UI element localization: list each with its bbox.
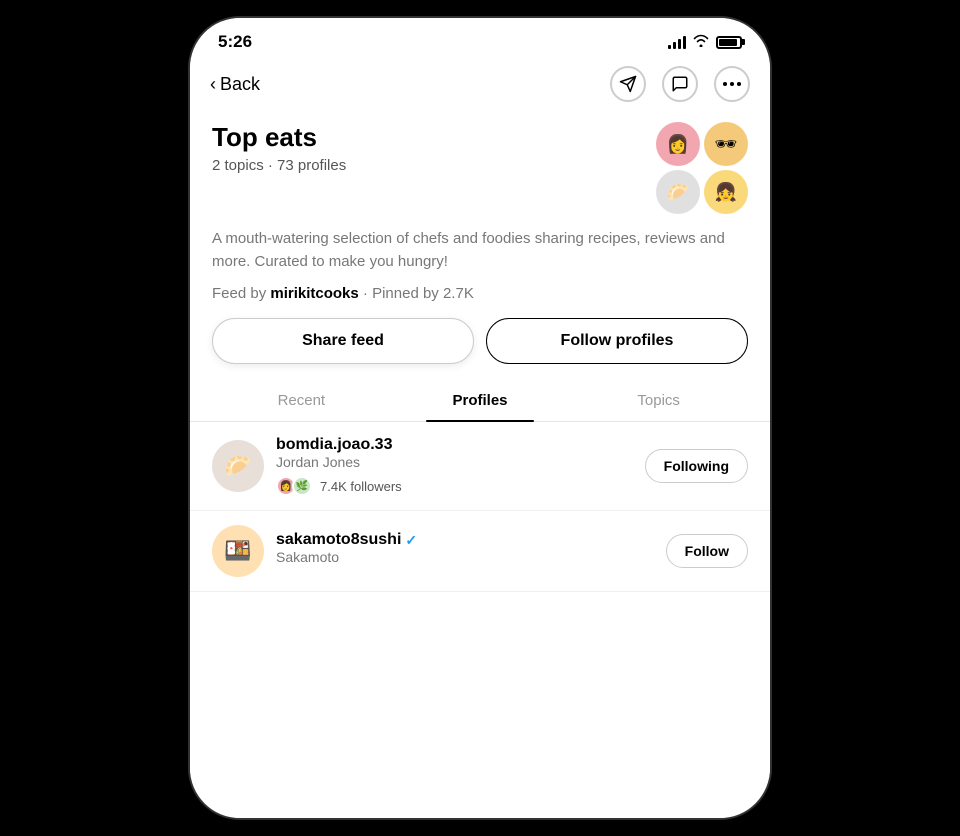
chevron-left-icon: ‹ (210, 74, 216, 95)
avatar-4: 👧 (704, 170, 748, 214)
follow-profiles-button[interactable]: Follow profiles (486, 318, 748, 364)
verified-icon: ✓ (405, 532, 417, 549)
profile-list: 🥟 bomdia.joao.33 Jordan Jones 👩 🌿 7.4K f… (190, 422, 770, 818)
username-text: bomdia.joao.33 (276, 436, 392, 454)
list-item: 🍱 sakamoto8sushi ✓ Sakamoto Follow (190, 511, 770, 592)
phone-shell: 5:26 (190, 18, 770, 818)
list-item: 🥟 bomdia.joao.33 Jordan Jones 👩 🌿 7.4K f… (190, 422, 770, 511)
share-feed-button[interactable]: Share feed (212, 318, 474, 364)
follower-mini-avatar: 🌿 (292, 476, 312, 496)
feed-description: A mouth-watering selection of chefs and … (190, 214, 770, 281)
username-text: sakamoto8sushi (276, 531, 401, 549)
avatar: 🍱 (212, 525, 264, 577)
nav-actions (610, 66, 750, 102)
tab-profiles-label: Profiles (452, 392, 507, 409)
back-button[interactable]: ‹ Back (210, 74, 260, 95)
avatar-3: 🥟 (656, 170, 700, 214)
header-section: Top eats 2 topics · 73 profiles 👩 🕶 🥟 👧 (190, 114, 770, 214)
attribution: Feed by mirikitcooks · Pinned by 2.7K (190, 281, 770, 318)
battery-icon (716, 36, 742, 49)
profile-display-name: Jordan Jones (276, 454, 633, 470)
tabs-bar: Recent Profiles Topics (190, 380, 770, 422)
attribution-username[interactable]: mirikitcooks (270, 285, 358, 302)
profile-username: bomdia.joao.33 (276, 436, 633, 454)
wifi-icon (692, 34, 710, 50)
message-icon-button[interactable] (662, 66, 698, 102)
profile-username: sakamoto8sushi ✓ (276, 531, 654, 549)
follower-avatars: 👩 🌿 (276, 476, 312, 496)
action-buttons: Share feed Follow profiles (190, 318, 770, 380)
profile-info: sakamoto8sushi ✓ Sakamoto (276, 531, 654, 571)
header-text: Top eats 2 topics · 73 profiles (212, 122, 644, 174)
tab-topics[interactable]: Topics (569, 380, 748, 421)
nav-bar: ‹ Back (190, 58, 770, 114)
profile-info: bomdia.joao.33 Jordan Jones 👩 🌿 7.4K fol… (276, 436, 633, 496)
follow-button[interactable]: Follow (666, 534, 748, 568)
avatar-1: 👩 (656, 122, 700, 166)
status-bar: 5:26 (190, 18, 770, 58)
tab-profiles[interactable]: Profiles (391, 380, 570, 421)
followers-row: 👩 🌿 7.4K followers (276, 476, 633, 496)
status-icons (668, 34, 742, 50)
signal-icon (668, 36, 686, 49)
following-button[interactable]: Following (645, 449, 748, 483)
feed-title: Top eats (212, 122, 644, 153)
tab-recent-label: Recent (278, 392, 326, 409)
status-time: 5:26 (218, 32, 252, 52)
avatar: 🥟 (212, 440, 264, 492)
avatar-2: 🕶 (704, 122, 748, 166)
more-icon-button[interactable] (714, 66, 750, 102)
phone-screen: 5:26 (190, 18, 770, 818)
feed-meta: 2 topics · 73 profiles (212, 157, 644, 174)
attribution-prefix: Feed by (212, 285, 266, 302)
follower-count: 7.4K followers (320, 479, 402, 494)
profile-display-name: Sakamoto (276, 549, 654, 565)
tab-topics-label: Topics (637, 392, 680, 409)
share-icon-button[interactable] (610, 66, 646, 102)
back-label: Back (220, 74, 260, 95)
avatar-grid: 👩 🕶 🥟 👧 (656, 122, 748, 214)
tab-recent[interactable]: Recent (212, 380, 391, 421)
pinned-label: · Pinned by 2.7K (363, 285, 474, 302)
